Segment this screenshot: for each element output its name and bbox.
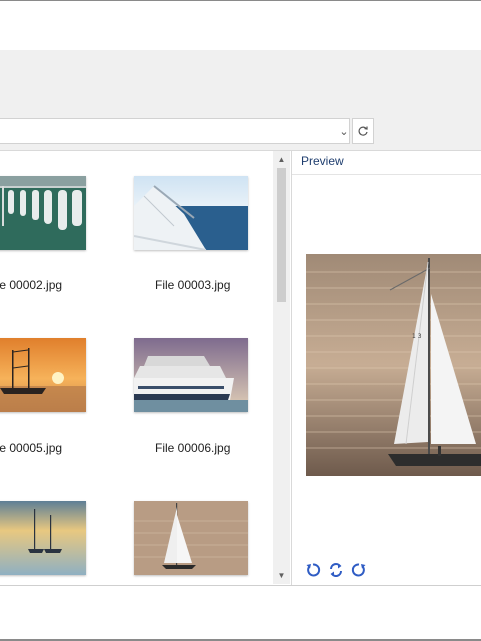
scrollbar-thumb[interactable] bbox=[277, 168, 286, 302]
file-name: File 00006.jpg bbox=[155, 441, 231, 455]
flip-icon[interactable] bbox=[326, 560, 346, 580]
refresh-button[interactable] bbox=[352, 118, 374, 144]
thumbnail-sailboats-dusk[interactable] bbox=[0, 501, 86, 575]
scroll-down-icon[interactable]: ▼ bbox=[273, 567, 290, 584]
file-name: ile 00005.jpg bbox=[0, 441, 63, 455]
file-name: File 00003.jpg bbox=[155, 278, 231, 292]
status-divider bbox=[0, 585, 481, 586]
window-top-border bbox=[0, 0, 481, 1]
thumbnail-harbor[interactable] bbox=[0, 176, 86, 250]
refresh-icon bbox=[358, 126, 368, 136]
pane-divider[interactable] bbox=[291, 151, 292, 585]
vertical-scrollbar[interactable]: ▲ ▼ bbox=[273, 151, 290, 584]
scroll-up-icon[interactable]: ▲ bbox=[273, 151, 290, 168]
thumbnail-sailboat-sepia[interactable] bbox=[134, 501, 248, 575]
thumbnail-yacht[interactable] bbox=[134, 338, 248, 412]
address-bar[interactable] bbox=[0, 118, 350, 144]
preview-image: 1 3 bbox=[306, 254, 481, 476]
rotate-right-icon[interactable] bbox=[349, 560, 369, 580]
rotate-left-icon[interactable] bbox=[303, 560, 323, 580]
preview-title: Preview bbox=[301, 154, 344, 168]
preview-header-divider bbox=[292, 174, 481, 175]
thumbnail-boat-bow[interactable] bbox=[134, 176, 248, 250]
svg-text:1 3: 1 3 bbox=[412, 333, 422, 340]
chevron-down-icon[interactable]: ⌄ bbox=[337, 121, 351, 141]
file-name: ile 00002.jpg bbox=[0, 278, 63, 292]
thumbnail-sunset[interactable] bbox=[0, 338, 86, 412]
file-grid: ile 00002.jpg File 00003.jpg ile 00005.j… bbox=[0, 151, 272, 585]
